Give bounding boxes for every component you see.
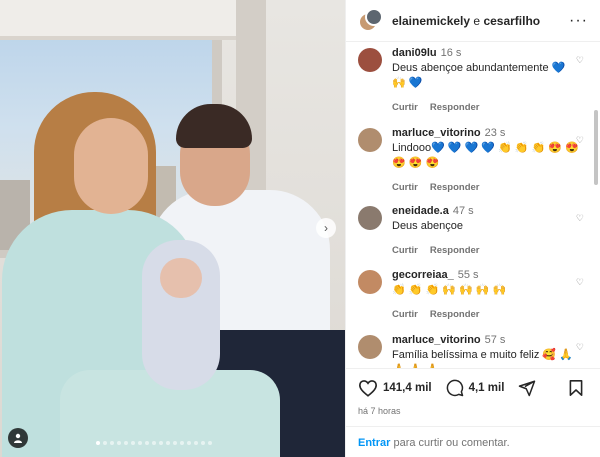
- comment-body: dani09lu 16 s Deus abençoe abundantemente …: [392, 46, 582, 115]
- heart-icon[interactable]: ♡: [576, 135, 584, 146]
- comment-reply-button[interactable]: Responder: [430, 309, 480, 320]
- comment-text: Deus abençoe: [392, 220, 463, 232]
- comment-text: 👏 👏 👏 🙌 🙌 🙌 🙌: [392, 284, 507, 296]
- comment-username[interactable]: gecorreiaa_: [392, 269, 454, 281]
- comment-icon: [446, 379, 463, 397]
- comment-item: marluce_vitorino 23 s Lindooo💙 💙 💙 💙 👏 👏 👏…: [346, 123, 594, 195]
- comment-count: 4,1 mil: [468, 382, 505, 394]
- heart-icon[interactable]: ♡: [576, 55, 584, 66]
- heart-icon[interactable]: ♡: [576, 277, 584, 288]
- carousel-dot: [117, 441, 121, 445]
- carousel-dot: [159, 441, 163, 445]
- comment-text: Deus abençoe abundantemente 💙 🙌 💙: [392, 62, 566, 89]
- avatar[interactable]: [358, 128, 382, 152]
- woman-face: [74, 118, 148, 214]
- post-timestamp: há 7 horas: [358, 406, 401, 416]
- comment-body: marluce_vitorino 23 s Lindooo💙 💙 💙 💙 👏 👏 👏…: [392, 126, 582, 195]
- carousel-dot: [201, 441, 205, 445]
- comment-button[interactable]: 4,1 mil: [446, 379, 505, 397]
- save-button[interactable]: [568, 379, 589, 397]
- comment-body: eneidade.a 47 s Deus abençoe Curtir Responde…: [392, 204, 582, 258]
- comment-username[interactable]: marluce_vitorino: [392, 127, 481, 139]
- carousel-dot: [145, 441, 149, 445]
- carousel-dot: [96, 441, 100, 445]
- comment-reply-button[interactable]: Responder: [430, 245, 480, 256]
- comment-username[interactable]: dani09lu: [392, 47, 437, 59]
- carousel-dot: [152, 441, 156, 445]
- comment-actions: Curtir Responder: [392, 180, 582, 195]
- comment-actions: Curtir Responder: [392, 243, 582, 258]
- comment-actions: Curtir Responder: [392, 307, 582, 322]
- comment-item: eneidade.a 47 s Deus abençoe Curtir Responde…: [346, 201, 594, 258]
- carousel-dot: [131, 441, 135, 445]
- like-count: 141,4 mil: [383, 382, 432, 394]
- carousel-dot: [208, 441, 212, 445]
- ellipsis-icon[interactable]: ···: [569, 12, 588, 30]
- chevron-right-icon[interactable]: ›: [316, 218, 336, 238]
- post-actions: 141,4 mil 4,1 mil há 7 horas: [346, 368, 600, 416]
- carousel-dots: [96, 441, 212, 445]
- post-side-panel: elainemickely e cesarfilho ··· dani09lu 1…: [345, 0, 600, 457]
- carousel-dot: [110, 441, 114, 445]
- author-connector: e: [473, 13, 481, 28]
- comment-text: Lindooo💙 💙 💙 💙 👏 👏 👏 😍 😍 😍 😍 😍: [392, 142, 579, 169]
- comment-like-button[interactable]: Curtir: [392, 309, 418, 320]
- comment-text: Família belíssima e muito feliz 🥰 🙏 🙏 🙏 …: [392, 349, 573, 368]
- comment-actions: Curtir Responder: [392, 100, 582, 115]
- comments-scrollbar[interactable]: [594, 110, 598, 185]
- author-link[interactable]: elainemickely: [392, 14, 470, 28]
- comment-time: 16 s: [440, 47, 462, 59]
- carousel-dot: [124, 441, 128, 445]
- comment-body: gecorreiaa_ 55 s 👏 👏 👏 🙌 🙌 🙌 🙌 Curtir Respon…: [392, 268, 582, 322]
- carousel-dot: [194, 441, 198, 445]
- comment-username[interactable]: marluce_vitorino: [392, 334, 481, 346]
- carousel-dot: [138, 441, 142, 445]
- avatar[interactable]: [358, 335, 382, 359]
- post-photo[interactable]: ›: [0, 0, 345, 457]
- login-prompt-text: para curtir ou comentar.: [390, 437, 510, 449]
- login-prompt: Entrar para curtir ou comentar.: [346, 426, 600, 457]
- comment-item: marluce_vitorino 57 s Família belíssima e …: [346, 330, 594, 368]
- comment-like-button[interactable]: Curtir: [392, 102, 418, 113]
- comment-reply-button[interactable]: Responder: [430, 182, 480, 193]
- heart-icon[interactable]: ♡: [576, 213, 584, 224]
- bookmark-icon: [569, 380, 583, 396]
- comment-like-button[interactable]: Curtir: [392, 245, 418, 256]
- avatar[interactable]: [365, 7, 383, 26]
- avatar[interactable]: [358, 270, 382, 294]
- comment-time: 47 s: [452, 205, 474, 217]
- post-header: elainemickely e cesarfilho ···: [346, 0, 600, 42]
- comment-time: 55 s: [457, 269, 479, 281]
- comment-body: marluce_vitorino 57 s Família belíssima e …: [392, 333, 582, 368]
- comments-list[interactable]: dani09lu 16 s Deus abençoe abundantemente …: [346, 43, 600, 368]
- carousel-dot: [166, 441, 170, 445]
- carousel-dot: [173, 441, 177, 445]
- comment-time: 57 s: [484, 334, 506, 346]
- author-link[interactable]: cesarfilho: [483, 14, 540, 28]
- comment-username[interactable]: eneidade.a: [392, 205, 449, 217]
- user-tag-icon[interactable]: [8, 428, 28, 448]
- avatar[interactable]: [358, 48, 382, 72]
- author-names: elainemickely e cesarfilho: [392, 14, 569, 28]
- comment-item: gecorreiaa_ 55 s 👏 👏 👏 🙌 🙌 🙌 🙌 Curtir Respon…: [346, 265, 594, 322]
- heart-icon: [358, 380, 378, 397]
- share-button[interactable]: [518, 379, 541, 397]
- baby-face: [160, 258, 202, 298]
- like-button[interactable]: 141,4 mil: [358, 379, 432, 397]
- carousel-dot: [103, 441, 107, 445]
- login-link[interactable]: Entrar: [358, 437, 390, 449]
- share-icon: [519, 380, 536, 397]
- photo-blind: [0, 0, 252, 40]
- heart-icon[interactable]: ♡: [576, 342, 584, 353]
- author-avatars[interactable]: [358, 7, 384, 34]
- carousel-dot: [187, 441, 191, 445]
- carousel-dot: [180, 441, 184, 445]
- comment-item: dani09lu 16 s Deus abençoe abundantemente …: [346, 43, 594, 115]
- avatar[interactable]: [358, 206, 382, 230]
- comment-reply-button[interactable]: Responder: [430, 102, 480, 113]
- comment-time: 23 s: [484, 127, 506, 139]
- comment-like-button[interactable]: Curtir: [392, 182, 418, 193]
